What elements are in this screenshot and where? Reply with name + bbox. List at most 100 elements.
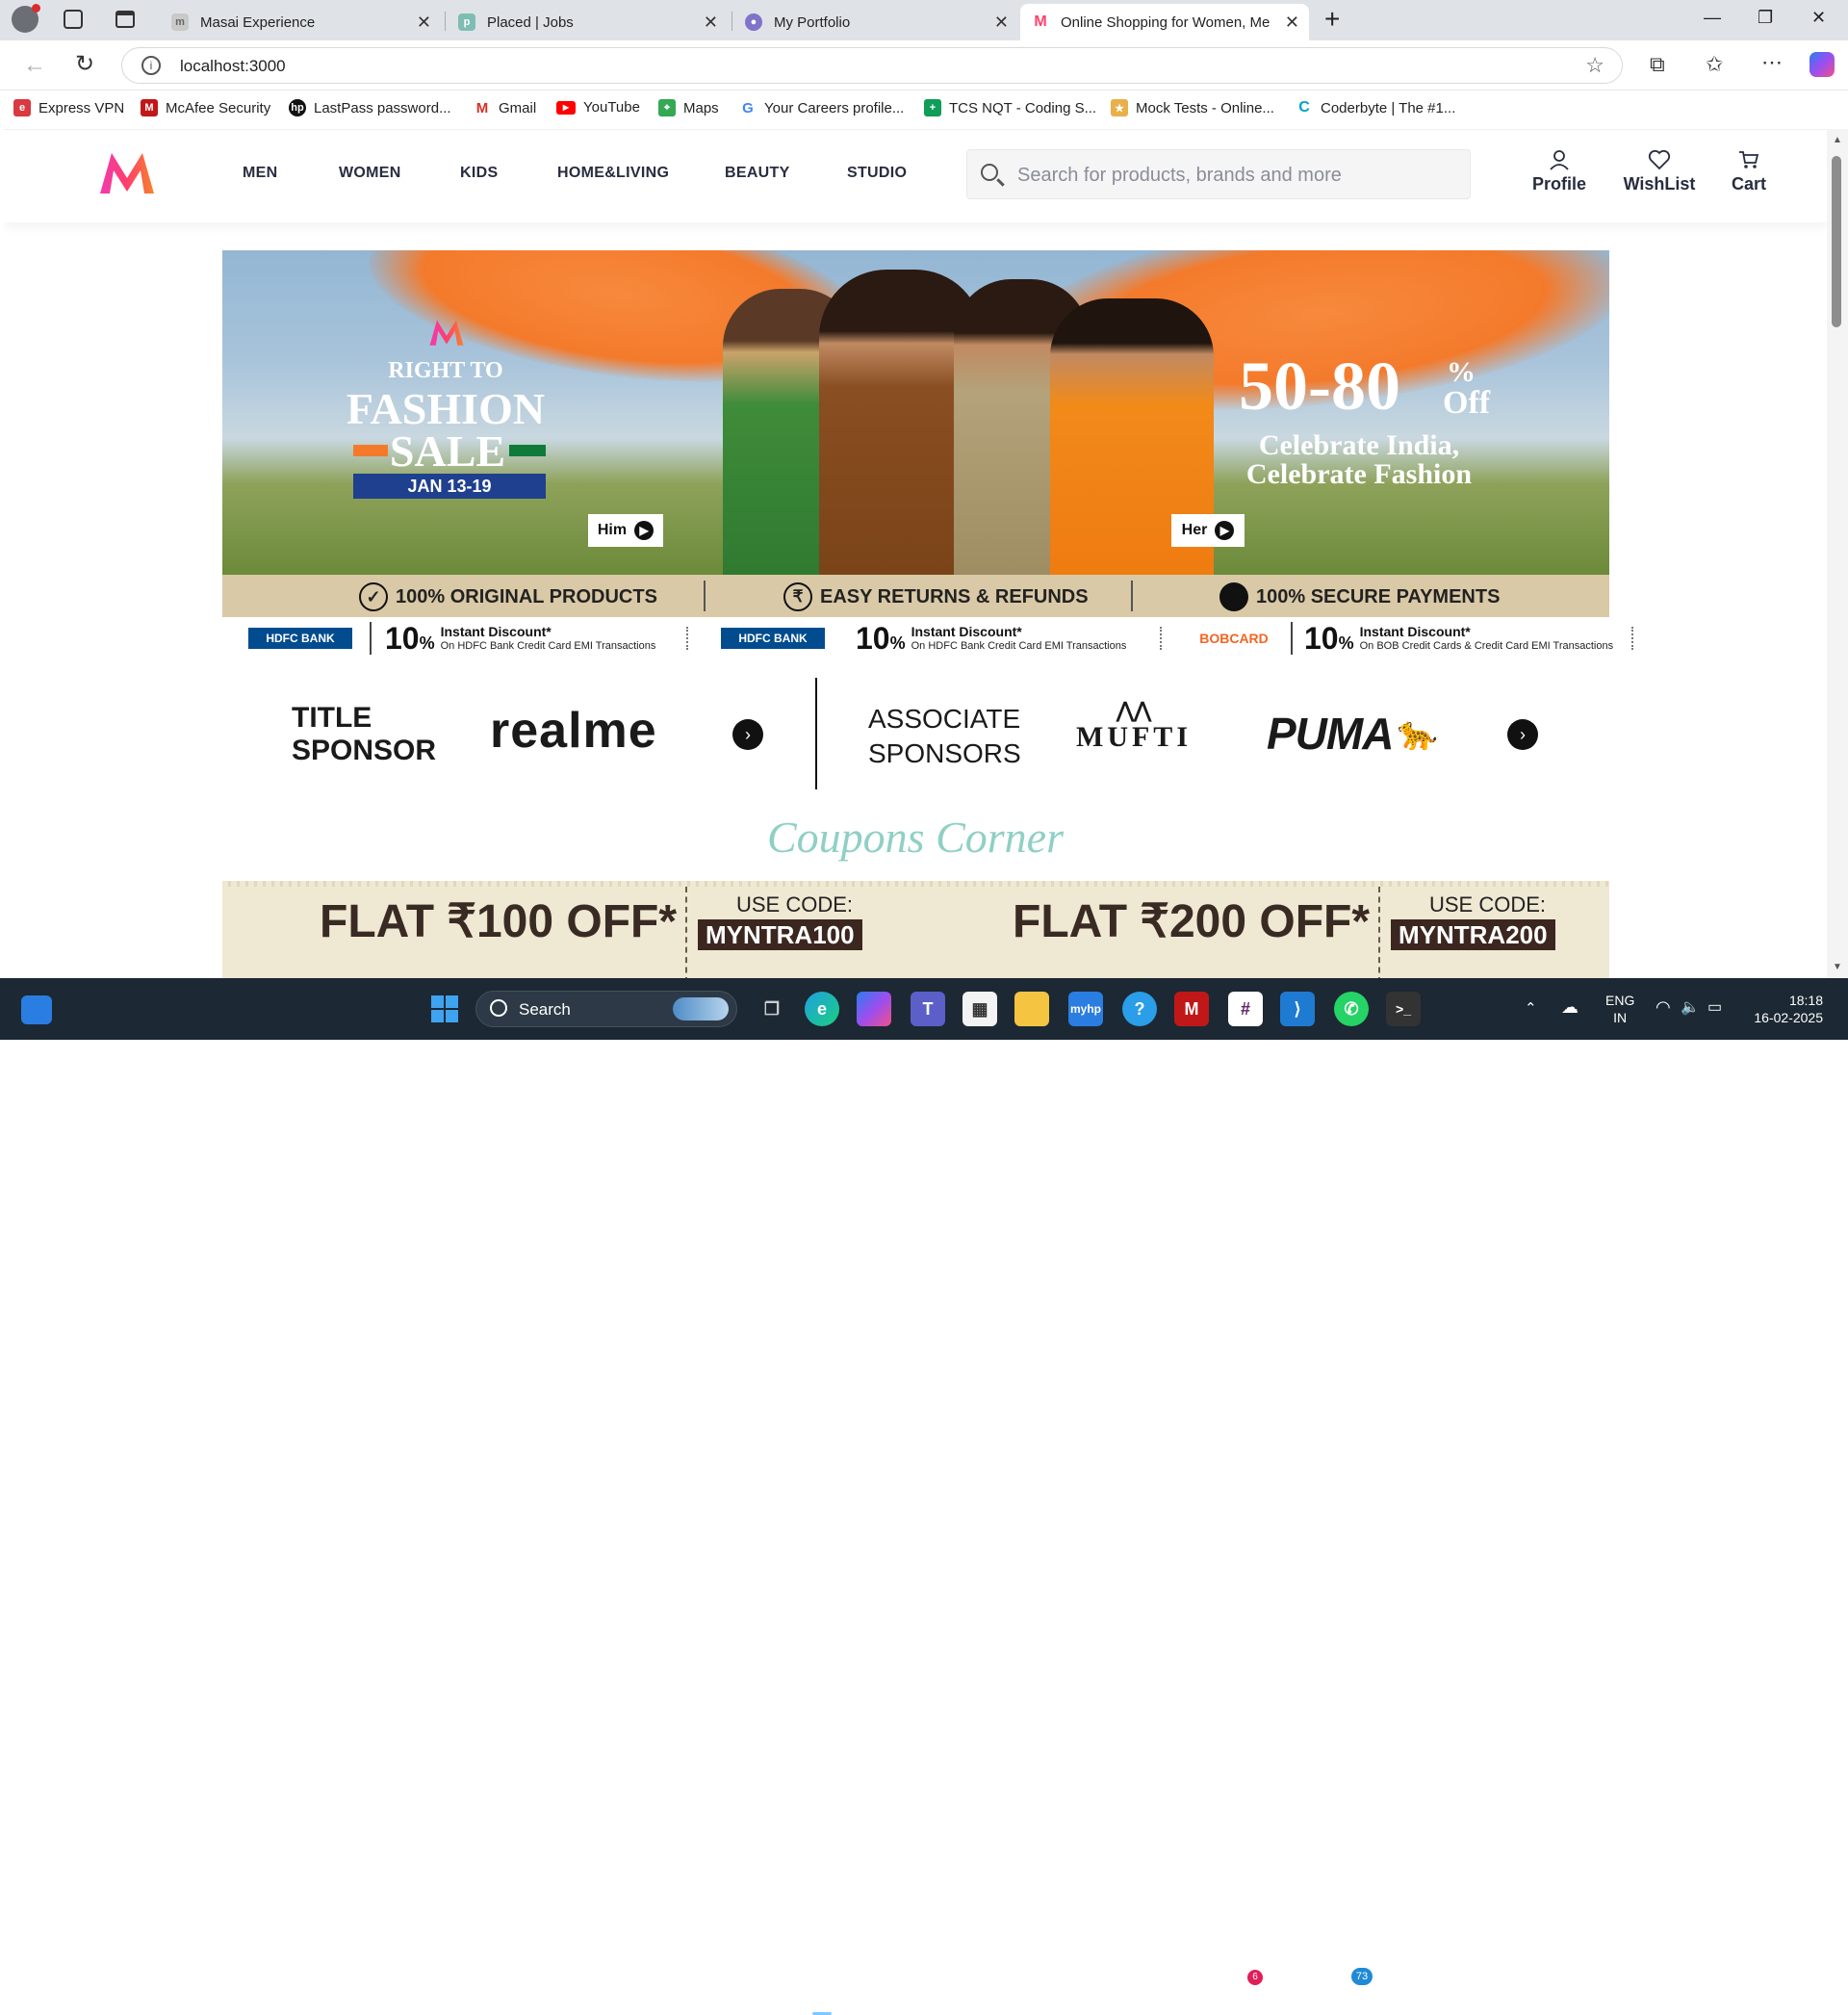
tab-myntra[interactable]: M Online Shopping for Women, Me ✕ <box>1020 4 1309 40</box>
bookmark-gmail[interactable]: M Gmail <box>474 99 536 116</box>
refresh-icon[interactable]: ↻ <box>75 50 94 78</box>
puma-logo[interactable]: PUMA 🐆 <box>1267 708 1438 760</box>
wifi-icon[interactable]: ◠ <box>1656 997 1671 1018</box>
nav-home-living[interactable]: HOME&LIVING <box>557 165 669 182</box>
offer-hdfc-2[interactable]: HDFC BANK 10% Instant Discount* On HDFC B… <box>721 619 1126 658</box>
cart-button[interactable]: Cart <box>1725 149 1773 194</box>
banner-flag-stripe-green <box>509 445 546 456</box>
coderbyte-icon: C <box>1296 99 1313 116</box>
coupon-code-myntra200[interactable]: MYNTRA200 <box>1391 919 1555 950</box>
nav-men[interactable]: MEN <box>243 165 277 182</box>
next-arrow-icon[interactable]: › <box>732 719 763 750</box>
banner-discount: 50-80 <box>1239 348 1400 425</box>
tab-masai[interactable]: m Masai Experience ✕ <box>160 4 441 40</box>
onedrive-icon[interactable]: ☁ <box>1561 997 1578 1018</box>
new-tab-button[interactable]: + <box>1324 4 1340 35</box>
profile-button[interactable]: Profile <box>1530 149 1588 194</box>
terminal-icon[interactable]: >_ <box>1386 992 1421 1026</box>
myntra-logo[interactable] <box>96 149 158 195</box>
associate-sponsors-label: ASSOCIATE SPONSORS <box>868 704 1021 768</box>
widgets-icon[interactable] <box>21 995 52 1024</box>
banner-tagline-1: Celebrate India, <box>1258 429 1460 461</box>
address-bar[interactable]: i localhost:3000 ☆ <box>121 47 1623 84</box>
banner-flag-stripe-orange <box>353 445 388 456</box>
heart-icon <box>1621 149 1698 174</box>
m-letter-icon: m <box>171 13 189 31</box>
gmail-icon: M <box>474 99 491 116</box>
url-text[interactable]: localhost:3000 <box>180 57 286 76</box>
minimize-button[interactable]: — <box>1704 8 1721 28</box>
nav-kids[interactable]: KIDS <box>460 165 498 182</box>
profile-avatar-icon[interactable] <box>12 4 40 33</box>
teams-icon[interactable]: T <box>911 992 945 1026</box>
browser-tab-bar: m Masai Experience ✕ p Placed | Jobs ✕ ●… <box>0 0 1848 40</box>
bookmark-careers[interactable]: G Your Careers profile... <box>739 99 904 116</box>
favorites-icon[interactable]: ✩ <box>1706 52 1723 77</box>
close-icon[interactable]: ✕ <box>704 13 718 33</box>
copilot-app-icon[interactable] <box>857 992 891 1026</box>
vscode-icon[interactable]: ⟩ <box>1280 992 1315 1026</box>
him-button[interactable]: Him ▶ <box>588 514 663 547</box>
bookmark-mcafee[interactable]: M McAfee Security <box>141 99 270 116</box>
bookmark-lastpass[interactable]: hp LastPass password... <box>289 99 451 116</box>
tab-portfolio[interactable]: ● My Portfolio ✕ <box>733 4 1018 40</box>
start-windows-icon[interactable] <box>427 992 462 1026</box>
offer-hdfc-1[interactable]: HDFC BANK 10% Instant Discount* On HDFC B… <box>248 619 655 658</box>
her-button[interactable]: Her ▶ <box>1171 514 1245 547</box>
scrollbar-thumb[interactable] <box>1832 156 1841 327</box>
realme-logo[interactable]: realme <box>490 702 657 760</box>
product-search-input[interactable]: Search for products, brands and more <box>966 149 1471 199</box>
nav-women[interactable]: WOMEN <box>339 165 401 182</box>
clock[interactable]: 18:18 16-02-2025 <box>1742 992 1823 1026</box>
task-view-icon[interactable]: ❐ <box>755 992 789 1026</box>
coupon-code-myntra100[interactable]: MYNTRA100 <box>698 919 862 950</box>
sale-banner[interactable]: RIGHT TO FASHION SALE JAN 13-19 50-80 % … <box>222 250 1609 575</box>
whatsapp-icon[interactable]: ✆ <box>1334 992 1369 1026</box>
banner-dates: JAN 13-19 <box>353 474 546 499</box>
offer-bobcard[interactable]: BOBCARD 10% Instant Discount* On BOB Cred… <box>1187 619 1613 658</box>
bookmark-maps[interactable]: ⌖ Maps <box>658 99 719 116</box>
close-icon[interactable]: ✕ <box>417 13 431 33</box>
more-icon[interactable]: ⋯ <box>1761 50 1783 75</box>
store-icon[interactable]: ▦ <box>962 992 997 1026</box>
restore-button[interactable]: ❐ <box>1758 8 1773 28</box>
bookmark-tcs-nqt[interactable]: + TCS NQT - Coding S... <box>924 99 1096 116</box>
nav-beauty[interactable]: BEAUTY <box>725 165 790 182</box>
taskbar-search-input[interactable]: Search <box>475 991 737 1027</box>
bookmark-express-vpn[interactable]: e Express VPN <box>13 99 124 116</box>
site-header: MEN WOMEN KIDS HOME&LIVING BEAUTY STUDIO… <box>4 130 1827 222</box>
wishlist-button[interactable]: WishList <box>1621 149 1698 194</box>
close-icon[interactable]: ✕ <box>994 13 1009 33</box>
volume-icon[interactable]: 🔈 <box>1681 997 1700 1017</box>
mock-tests-icon: ★ <box>1111 99 1128 116</box>
chevron-up-icon[interactable]: ⌃ <box>1525 999 1537 1017</box>
mcafee-icon: M <box>141 99 158 116</box>
slack-icon[interactable]: # <box>1228 992 1263 1026</box>
myhp-icon[interactable]: myhp <box>1068 992 1103 1026</box>
extensions-icon[interactable]: ⧉ <box>1650 52 1665 77</box>
favorite-star-icon[interactable]: ☆ <box>1585 53 1604 78</box>
close-window-button[interactable]: ✕ <box>1811 8 1826 28</box>
mcafee-app-icon[interactable]: M <box>1174 992 1209 1026</box>
battery-icon[interactable]: ▭ <box>1707 997 1722 1017</box>
site-info-icon[interactable]: i <box>141 56 161 75</box>
help-icon[interactable]: ? <box>1122 992 1157 1026</box>
bookmark-youtube[interactable]: ▶ YouTube <box>556 99 640 116</box>
close-icon[interactable]: ✕ <box>1285 13 1299 33</box>
bookmark-coderbyte[interactable]: C Coderbyte | The #1... <box>1296 99 1455 116</box>
nav-studio[interactable]: STUDIO <box>847 165 907 182</box>
workspaces-icon[interactable] <box>64 10 83 29</box>
copilot-icon[interactable] <box>1810 52 1835 77</box>
back-icon[interactable]: ← <box>23 52 46 79</box>
file-explorer-icon[interactable] <box>1014 992 1049 1026</box>
next-arrow-icon[interactable]: › <box>1507 719 1538 750</box>
tab-placed[interactable]: p Placed | Jobs ✕ <box>447 4 728 40</box>
tab-title: Placed | Jobs <box>487 13 574 31</box>
banner-myntra-logo <box>426 318 467 351</box>
tab-actions-icon[interactable] <box>116 11 135 28</box>
mufti-logo[interactable]: ⋀⋀ MUFTI <box>1076 700 1192 754</box>
bookmark-mock-tests[interactable]: ★ Mock Tests - Online... <box>1111 99 1274 116</box>
edge-icon[interactable]: e <box>805 992 839 1026</box>
bookmarks-bar: e Express VPN M McAfee Security hp LastPass… <box>0 90 1848 127</box>
language-indicator[interactable]: ENG IN <box>1605 992 1634 1026</box>
